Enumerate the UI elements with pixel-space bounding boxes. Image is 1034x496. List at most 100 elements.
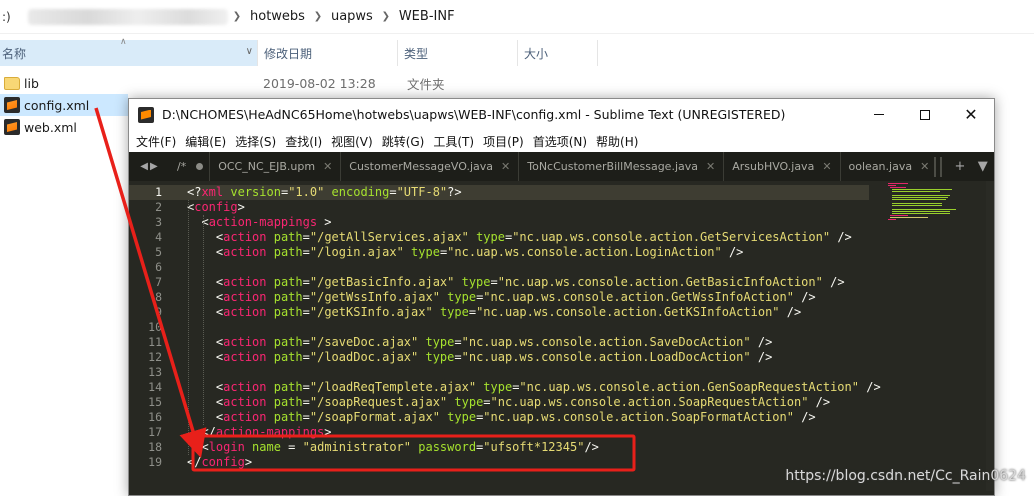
triangle-left-icon[interactable]: ◀	[140, 161, 150, 172]
chevron-right-icon: ❯	[381, 11, 391, 22]
window-controls: ✕	[856, 99, 994, 130]
vertical-scrollbar[interactable]	[986, 181, 994, 491]
menu-bar: 文件(F) 编辑(E) 选择(S) 查找(I) 视图(V) 跳转(G) 工具(T…	[129, 130, 994, 152]
sublime-file-icon	[4, 97, 20, 113]
maximize-icon	[920, 109, 930, 120]
line-number: 14	[148, 380, 162, 394]
file-type: 文件夹	[407, 76, 445, 92]
sublime-text-window: D:\NCHOMES\HeAdNC65Home\hotwebs\uapws\WE…	[128, 98, 995, 496]
code-line[interactable]: <config>	[187, 200, 245, 215]
grip-icon	[934, 156, 943, 177]
tab-label: ToNcCustomerBillMessage.java	[527, 160, 698, 173]
code-line[interactable]: <action path="/getBasicInfo.ajax" type="…	[187, 275, 845, 290]
breadcrumb-item-hotwebs[interactable]: hotwebs	[246, 9, 309, 24]
code-line[interactable]: <action-mappings >	[187, 215, 331, 230]
file-name: lib	[24, 75, 39, 91]
file-name: config.xml	[24, 97, 90, 113]
line-number: 2	[155, 200, 162, 214]
code-editor[interactable]: 1 2 3 4 5 6 7 8 9 10 11 12 13 14 15 16 17 18 19 <?xml vers…	[129, 181, 994, 495]
tab-customer-message-vo[interactable]: CustomerMessageVO.java ✕	[341, 152, 520, 181]
tab-close-icon[interactable]: ✕	[822, 160, 831, 173]
code-line[interactable]: </config>	[187, 455, 252, 470]
minimize-icon	[874, 114, 884, 115]
tab-close-icon[interactable]: ✕	[501, 160, 510, 173]
menu-view[interactable]: 视图(V)	[327, 133, 377, 150]
code-line[interactable]: <action path="/saveDoc.ajax" type="nc.ua…	[187, 335, 772, 350]
code-line[interactable]: <action path="/soapRequest.ajax" type="n…	[187, 395, 830, 410]
close-button[interactable]: ✕	[948, 99, 994, 130]
line-number: 3	[155, 215, 162, 229]
minimap[interactable]	[886, 181, 986, 241]
menu-edit[interactable]: 编辑(E)	[181, 133, 230, 150]
code-line[interactable]: <action path="/login.ajax" type="nc.uap.…	[187, 245, 744, 260]
indent-guide	[203, 215, 204, 425]
code-line[interactable]: <action path="/getAllServices.ajax" type…	[187, 230, 852, 245]
breadcrumb-item-web-inf[interactable]: WEB-INF	[395, 9, 459, 24]
menu-help[interactable]: 帮助(H)	[592, 133, 642, 150]
code-line[interactable]: <?xml version="1.0" encoding="UTF-8"?>	[187, 185, 462, 200]
watermark: https://blog.csdn.net/Cc_Rain0624	[785, 468, 1026, 484]
menu-selection[interactable]: 选择(S)	[231, 133, 280, 150]
tab-scroll-arrows[interactable]: ◀ ▶	[129, 152, 171, 181]
column-header-date[interactable]: 修改日期	[258, 40, 398, 66]
tab-close-icon[interactable]: ✕	[706, 160, 715, 173]
column-header-size[interactable]: 大小	[518, 40, 598, 66]
line-number: 19	[148, 455, 162, 469]
file-row-config-xml[interactable]: config.xml	[0, 94, 128, 116]
line-number: 15	[148, 395, 162, 409]
breadcrumb: ❯ hotwebs ❯ uapws ❯ WEB-INF	[228, 9, 459, 24]
menu-project[interactable]: 项目(P)	[479, 133, 528, 150]
code-line[interactable]: <action path="/loadReqTemplete.ajax" typ…	[187, 380, 881, 395]
triangle-right-icon[interactable]: ▶	[150, 161, 160, 172]
address-bar[interactable]: :) ❯ hotwebs ❯ uapws ❯ WEB-INF	[0, 0, 1034, 34]
code-line[interactable]: <action path="/getKSInfo.ajax" type="nc.…	[187, 305, 801, 320]
code-line[interactable]: <action path="/loadDoc.ajax" type="nc.ua…	[187, 350, 772, 365]
column-type-label: 类型	[404, 46, 429, 61]
window-title: D:\NCHOMES\HeAdNC65Home\hotwebs\uapws\WE…	[162, 107, 786, 122]
line-number: 16	[148, 410, 162, 424]
chevron-down-icon[interactable]: ∨	[246, 46, 253, 57]
sublime-app-icon	[138, 106, 154, 123]
maximize-button[interactable]	[902, 99, 948, 130]
line-number: 18	[148, 440, 162, 454]
tab-bar: ◀ ▶ /* OCC_NC_EJB.upm ✕ CustomerMessageVO…	[129, 152, 994, 181]
breadcrumb-item-uapws[interactable]: uapws	[327, 9, 377, 24]
code-line[interactable]: </action-mappings>	[187, 425, 331, 440]
tab-label: oolean.java	[848, 160, 913, 173]
line-number: 10	[148, 320, 162, 334]
line-number: 11	[148, 335, 162, 349]
tab-occ-nc-ejb[interactable]: OCC_NC_EJB.upm ✕	[210, 152, 342, 181]
column-header-name[interactable]: ∧ 名称 ∨	[0, 37, 258, 66]
close-icon: ✕	[964, 104, 978, 124]
line-number: 5	[155, 245, 162, 259]
tab-label: OCC_NC_EJB.upm	[218, 160, 316, 173]
chevron-right-icon: ❯	[232, 11, 242, 22]
tab-close-icon[interactable]: ✕	[323, 160, 332, 173]
column-header-type[interactable]: 类型	[398, 40, 518, 66]
title-bar[interactable]: D:\NCHOMES\HeAdNC65Home\hotwebs\uapws\WE…	[129, 99, 994, 130]
tab-boolean[interactable]: oolean.java ✕	[841, 152, 938, 181]
line-number: 4	[155, 230, 162, 244]
code-line[interactable]: <action path="/getWssInfo.ajax" type="nc…	[187, 290, 816, 305]
menu-tools[interactable]: 工具(T)	[429, 133, 478, 150]
menu-find[interactable]: 查找(I)	[281, 133, 326, 150]
line-number-gutter: 1 2 3 4 5 6 7 8 9 10 11 12 13 14 15 16 17 18 19	[129, 181, 167, 495]
tab-label: CustomerMessageVO.java	[349, 160, 494, 173]
file-row-web-xml[interactable]: web.xml	[0, 116, 128, 138]
tab-untitled[interactable]: /*	[171, 152, 211, 181]
minimize-button[interactable]	[856, 99, 902, 130]
tab-to-nc-customer-bill-message[interactable]: ToNcCustomerBillMessage.java ✕	[519, 152, 725, 181]
new-tab-plus-icon[interactable]: +	[955, 159, 966, 174]
menu-preferences[interactable]: 首选项(N)	[529, 133, 591, 150]
tab-label: /*	[177, 160, 187, 173]
chevron-right-icon: ❯	[313, 11, 323, 22]
code-line[interactable]: <action path="/soapFormat.ajax" type="nc…	[187, 410, 816, 425]
tab-list-dropdown-icon[interactable]: ▼	[978, 159, 988, 174]
code-line[interactable]: <login name = "administrator" password="…	[187, 440, 598, 455]
tab-bar-controls: + ▼	[928, 152, 994, 181]
tab-arsub-hvo[interactable]: ArsubHVO.java ✕	[724, 152, 841, 181]
menu-file[interactable]: 文件(F)	[132, 133, 180, 150]
menu-goto[interactable]: 跳转(G)	[378, 133, 429, 150]
line-number: 8	[155, 290, 162, 304]
file-row-lib[interactable]: lib 2019-08-02 13:28 文件夹	[0, 72, 600, 94]
